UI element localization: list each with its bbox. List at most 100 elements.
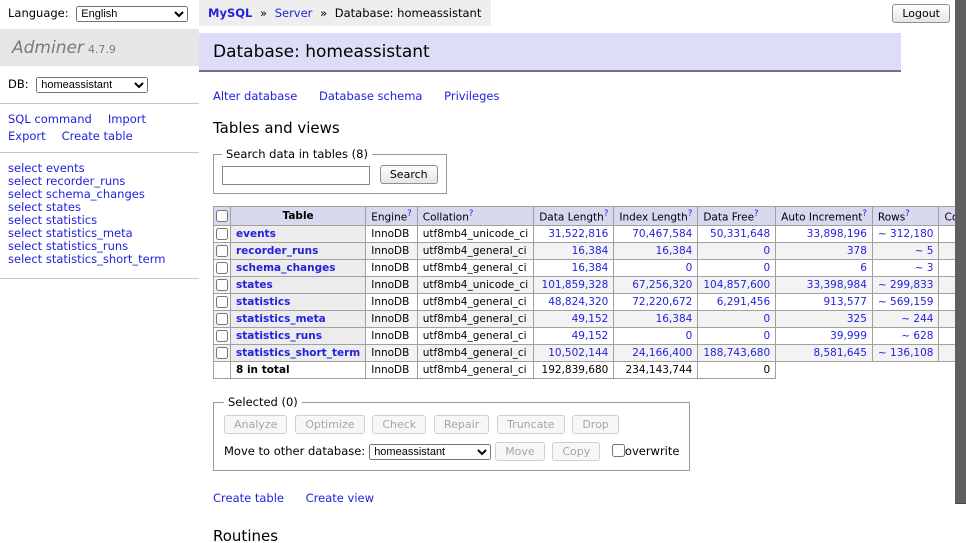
rows-count-link[interactable]: ~ 244 — [878, 313, 934, 325]
table-name-link[interactable]: statistics — [236, 296, 290, 308]
auto-increment-link[interactable]: 39,999 — [781, 330, 867, 342]
row-checkbox[interactable] — [216, 347, 228, 359]
table-name-link[interactable]: statistics_meta — [236, 313, 326, 325]
create-table-link[interactable]: Create table — [213, 491, 284, 505]
rows-count-link[interactable]: ~ 299,833 — [878, 279, 934, 291]
move-database-select[interactable]: homeassistant — [369, 444, 491, 460]
row-checkbox[interactable] — [216, 313, 228, 325]
search-input[interactable] — [222, 166, 370, 185]
collation-cell: utf8mb4_general_ci — [417, 294, 533, 311]
sidebar-link-sql-command[interactable]: SQL command — [8, 112, 92, 126]
check-button[interactable]: Check — [372, 415, 426, 434]
index-length-link[interactable]: 16,384 — [619, 245, 692, 257]
sidebar-link-export[interactable]: Export — [8, 129, 46, 143]
drop-button[interactable]: Drop — [572, 415, 618, 434]
data-length-link[interactable]: 10,502,144 — [539, 347, 608, 359]
help-icon[interactable]: ? — [862, 209, 867, 219]
search-button[interactable]: Search — [380, 165, 438, 184]
auto-increment-link[interactable]: 913,577 — [781, 296, 867, 308]
total-index-length: 234,143,744 — [614, 362, 698, 379]
sidebar-item-select-statistics-short-term[interactable]: select statistics_short_term — [8, 253, 191, 266]
table-name-link[interactable]: states — [236, 279, 273, 291]
copy-button[interactable]: Copy — [552, 442, 600, 461]
data-length-link[interactable]: 16,384 — [539, 262, 608, 274]
breadcrumb-mysql-link[interactable]: MySQL — [208, 6, 252, 20]
auto-increment-link[interactable]: 33,398,984 — [781, 279, 867, 291]
auto-increment-link[interactable]: 33,898,196 — [781, 228, 867, 240]
auto-increment-link[interactable]: 6 — [781, 262, 867, 274]
auto-increment-link[interactable]: 378 — [781, 245, 867, 257]
table-name-link[interactable]: statistics_short_term — [236, 347, 360, 359]
index-length-link[interactable]: 72,220,672 — [619, 296, 692, 308]
tables-and-views-heading: Tables and views — [213, 119, 966, 137]
move-database-label: Move to other database: — [224, 444, 365, 458]
data-length-link[interactable]: 101,859,328 — [539, 279, 608, 291]
rows-count-link[interactable]: ~ 3 — [878, 262, 934, 274]
data-free-link[interactable]: 6,291,456 — [703, 296, 770, 308]
rows-count-link[interactable]: ~ 312,180 — [878, 228, 934, 240]
breadcrumb-server-link[interactable]: Server — [275, 6, 313, 20]
table-name-link[interactable]: events — [236, 228, 276, 240]
table-name-link[interactable]: schema_changes — [236, 262, 336, 274]
index-length-link[interactable]: 16,384 — [619, 313, 692, 325]
alter-database-link[interactable]: Alter database — [213, 89, 297, 103]
data-length-link[interactable]: 49,152 — [539, 330, 608, 342]
help-icon[interactable]: ? — [688, 209, 693, 219]
create-view-link[interactable]: Create view — [306, 491, 374, 505]
data-free-link[interactable]: 0 — [703, 313, 770, 325]
table-name-link[interactable]: recorder_runs — [236, 245, 318, 257]
row-checkbox[interactable] — [216, 330, 228, 342]
repair-button[interactable]: Repair — [434, 415, 489, 434]
sidebar-link-import[interactable]: Import — [108, 112, 146, 126]
row-checkbox[interactable] — [216, 245, 228, 257]
overwrite-label[interactable]: overwrite — [625, 444, 680, 458]
index-length-link[interactable]: 24,166,400 — [619, 347, 692, 359]
help-icon[interactable]: ? — [604, 209, 609, 219]
auto-increment-link[interactable]: 8,581,645 — [781, 347, 867, 359]
rows-count-link[interactable]: ~ 5 — [878, 245, 934, 257]
row-checkbox[interactable] — [216, 228, 228, 240]
data-free-link[interactable]: 0 — [703, 245, 770, 257]
table-name-link[interactable]: statistics_runs — [236, 330, 322, 342]
optimize-button[interactable]: Optimize — [295, 415, 364, 434]
help-icon[interactable]: ? — [905, 209, 910, 219]
database-schema-link[interactable]: Database schema — [319, 89, 422, 103]
data-length-link[interactable]: 31,522,816 — [539, 228, 608, 240]
data-free-link[interactable]: 50,331,648 — [703, 228, 770, 240]
rows-count-link[interactable]: ~ 569,159 — [878, 296, 934, 308]
scrollbar-thumb[interactable] — [955, 0, 966, 504]
data-free-link[interactable]: 0 — [703, 262, 770, 274]
data-length-link[interactable]: 48,824,320 — [539, 296, 608, 308]
select-all-checkbox[interactable] — [216, 210, 228, 222]
rows-count-link[interactable]: ~ 628 — [878, 330, 934, 342]
data-length-link[interactable]: 16,384 — [539, 245, 608, 257]
rows-count-link[interactable]: ~ 136,108 — [878, 347, 934, 359]
help-icon[interactable]: ? — [754, 209, 759, 219]
index-length-link[interactable]: 0 — [619, 330, 692, 342]
scrollbar[interactable] — [955, 0, 966, 543]
index-length-link[interactable]: 70,467,584 — [619, 228, 692, 240]
help-icon[interactable]: ? — [469, 209, 474, 219]
auto-increment-link[interactable]: 325 — [781, 313, 867, 325]
data-free-link[interactable]: 104,857,600 — [703, 279, 770, 291]
help-icon[interactable]: ? — [407, 209, 412, 219]
data-length-link[interactable]: 49,152 — [539, 313, 608, 325]
data-free-link[interactable]: 188,743,680 — [703, 347, 770, 359]
logout-button[interactable]: Logout — [892, 4, 950, 23]
row-checkbox[interactable] — [216, 296, 228, 308]
privileges-link[interactable]: Privileges — [444, 89, 499, 103]
sidebar-link-create-table[interactable]: Create table — [62, 129, 133, 143]
move-database-row: Move to other database: homeassistantMove… — [224, 442, 679, 461]
row-checkbox[interactable] — [216, 279, 228, 291]
index-length-link[interactable]: 67,256,320 — [619, 279, 692, 291]
analyze-button[interactable]: Analyze — [224, 415, 287, 434]
row-checkbox[interactable] — [216, 262, 228, 274]
main-content: MySQL » Server » Database: homeassistant… — [199, 0, 966, 543]
db-select[interactable]: homeassistant — [36, 77, 148, 93]
truncate-button[interactable]: Truncate — [497, 415, 564, 434]
move-button[interactable]: Move — [495, 442, 545, 461]
index-length-link[interactable]: 0 — [619, 262, 692, 274]
overwrite-checkbox[interactable] — [612, 444, 625, 457]
language-select[interactable]: English — [76, 6, 188, 22]
data-free-link[interactable]: 0 — [703, 330, 770, 342]
